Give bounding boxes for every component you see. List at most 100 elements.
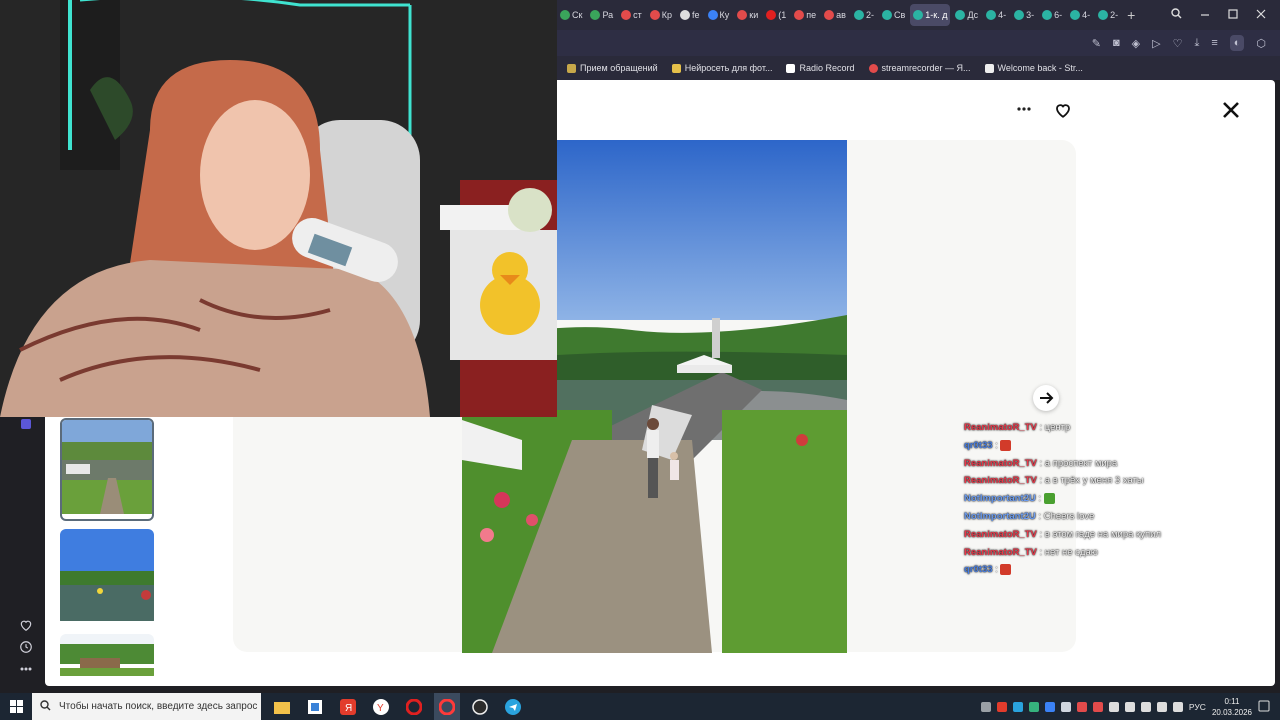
tab-label: 2- <box>1110 10 1119 20</box>
tray-icon[interactable] <box>1108 701 1119 712</box>
tab-label: fe <box>692 10 700 20</box>
browser-tab[interactable]: 6- <box>1039 4 1065 26</box>
tab-favicon <box>707 10 718 20</box>
store-icon[interactable] <box>302 693 328 720</box>
browser-tab[interactable]: ст <box>618 4 645 26</box>
tab-favicon <box>590 10 601 20</box>
chat-text: нет не сдаю <box>1044 546 1098 558</box>
browser-tab[interactable]: 4- <box>1067 4 1093 26</box>
browser-tab-active[interactable]: 1-к. д <box>910 4 951 26</box>
extension-icon[interactable]: ⬡ <box>1256 37 1266 50</box>
app-icon[interactable] <box>18 418 34 434</box>
heart-icon[interactable] <box>1054 101 1072 119</box>
volume-icon[interactable] <box>1172 701 1183 712</box>
minimize-icon[interactable] <box>1200 8 1210 22</box>
browser-tab[interactable]: 2- <box>851 4 877 26</box>
tray-icon[interactable] <box>1076 701 1087 712</box>
browser-tab[interactable]: 2- <box>1095 4 1121 26</box>
tab-label: Ск <box>572 10 583 20</box>
tab-favicon <box>680 10 691 20</box>
tray-icon[interactable] <box>1028 701 1039 712</box>
chat-text: центр <box>1044 422 1071 433</box>
opera-icon[interactable] <box>401 693 427 720</box>
yandex-browser-icon[interactable]: Y <box>368 693 394 720</box>
bookmark-item[interactable]: Radio Record <box>786 63 855 73</box>
search-icon[interactable] <box>1171 8 1182 22</box>
close-icon[interactable] <box>1221 100 1241 120</box>
tab-label: 2- <box>865 10 874 20</box>
emote-icon <box>1043 493 1055 505</box>
tab-label: 1-к. д <box>925 10 948 20</box>
tray-icon[interactable] <box>996 701 1007 712</box>
profile-icon[interactable]: ◐ <box>1229 35 1245 51</box>
opera-gx-icon[interactable] <box>434 693 460 720</box>
network-icon[interactable] <box>1156 701 1167 712</box>
edit-icon[interactable]: ✎ <box>1092 37 1101 50</box>
file-explorer-icon[interactable] <box>269 693 295 720</box>
browser-tab[interactable]: Ра <box>587 4 616 26</box>
tab-label: ки <box>749 10 759 20</box>
battery-icon[interactable] <box>1140 701 1151 712</box>
chat-message: NotImportant2U : <box>964 490 1264 508</box>
chat-username: qr0t33 <box>964 564 993 576</box>
thumbnail-strip <box>60 418 156 689</box>
maximize-icon[interactable] <box>1228 8 1238 22</box>
menu-icon[interactable]: ≡ <box>1211 37 1217 49</box>
browser-tab[interactable]: Ск <box>557 4 585 26</box>
taskbar-search[interactable]: Чтобы начать поиск, введите здесь запрос <box>32 693 261 720</box>
clock-date: 20.03.2026 <box>1211 707 1252 717</box>
favorites-icon[interactable]: ♡ <box>1173 37 1183 50</box>
search-icon <box>40 699 51 714</box>
browser-tab[interactable]: ки <box>734 4 761 26</box>
browser-tab[interactable]: Св <box>879 4 908 26</box>
tab-favicon <box>794 10 805 20</box>
telegram-icon[interactable] <box>500 693 526 720</box>
bookmark-item[interactable]: Прием обращений <box>567 63 658 73</box>
play-icon[interactable]: ▷ <box>1152 37 1160 50</box>
chat-username: ReanimatoR_TV <box>964 475 1037 487</box>
microphone-icon[interactable] <box>1124 701 1135 712</box>
chat-username: ReanimatoR_TV <box>964 528 1037 540</box>
download-icon[interactable]: ⤓ <box>1194 37 1199 50</box>
bookmark-item[interactable]: streamrecorder — Я... <box>868 63 971 73</box>
bluetooth-icon[interactable] <box>1044 701 1055 712</box>
browser-tab[interactable]: 3- <box>1011 4 1037 26</box>
browser-tab[interactable]: Дс <box>952 4 981 26</box>
tab-favicon <box>1042 10 1053 20</box>
windows-start-icon[interactable] <box>0 693 32 720</box>
bookmark-favicon <box>567 63 576 73</box>
tab-label: Ра <box>602 10 614 20</box>
new-tab-button[interactable]: + <box>1127 7 1135 23</box>
more-icon[interactable] <box>18 662 34 678</box>
bookmark-item[interactable]: Welcome back - Str... <box>984 63 1083 73</box>
telegram-tray-icon[interactable] <box>1012 701 1023 712</box>
more-horizontal-icon[interactable] <box>1016 101 1032 117</box>
history-icon[interactable] <box>18 640 34 656</box>
browser-tab[interactable]: Ку <box>705 4 733 26</box>
thumbnail[interactable] <box>60 634 154 681</box>
close-window-icon[interactable] <box>1256 8 1266 22</box>
yandex-tray-icon[interactable] <box>1092 701 1103 712</box>
language-indicator[interactable]: РУС <box>1189 702 1206 712</box>
chat-message: ReanimatoR_TV : центр <box>964 422 1071 433</box>
bookmark-item[interactable]: Нейросеть для фот... <box>671 63 772 73</box>
notifications-icon[interactable] <box>1258 700 1270 714</box>
browser-tab[interactable]: Кр <box>647 4 675 26</box>
browser-tab[interactable]: fe <box>677 4 703 26</box>
windows-taskbar: Чтобы начать поиск, введите здесь запрос… <box>0 693 1280 720</box>
clock[interactable]: 0:11 20.03.2026 <box>1212 696 1252 718</box>
tray-icon[interactable] <box>980 701 991 712</box>
camera-icon[interactable]: ◙ <box>1113 37 1120 49</box>
browser-tab[interactable]: ав <box>821 4 849 26</box>
heart-icon[interactable] <box>18 618 34 634</box>
browser-tab[interactable]: пе <box>791 4 819 26</box>
obs-icon[interactable] <box>467 693 493 720</box>
shield-icon[interactable]: ◈ <box>1132 37 1140 50</box>
arrow-right-icon[interactable] <box>1033 385 1059 411</box>
browser-tab[interactable]: 4- <box>983 4 1009 26</box>
thumbnail-selected[interactable] <box>60 418 154 521</box>
browser-tab[interactable]: (1 <box>763 4 789 26</box>
yandex-icon[interactable]: Я <box>335 693 361 720</box>
steam-icon[interactable] <box>1060 701 1071 712</box>
thumbnail[interactable] <box>60 529 154 626</box>
